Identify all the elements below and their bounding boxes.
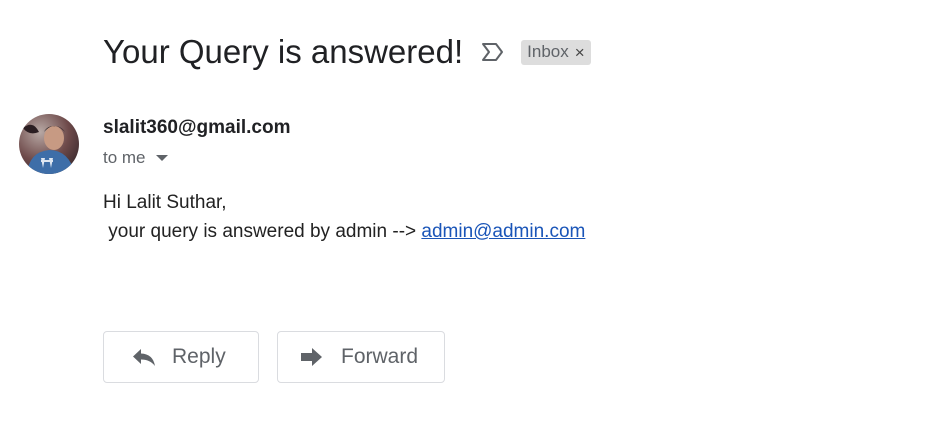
subject-row: Your Query is answered! Inbox × xyxy=(103,30,591,74)
reply-button[interactable]: Reply xyxy=(103,331,259,383)
reply-label: Reply xyxy=(172,345,226,368)
body-message: your query is answered by admin --> xyxy=(103,221,422,242)
admin-email-link[interactable]: admin@admin.com xyxy=(421,221,585,242)
caret-down-icon[interactable] xyxy=(155,155,168,161)
forward-button[interactable]: Forward xyxy=(277,331,445,383)
email-body: Hi Lalit Suthar, your query is answered … xyxy=(103,188,585,246)
remove-label-icon[interactable]: × xyxy=(575,44,585,61)
inbox-label-chip: Inbox × xyxy=(521,39,591,65)
importance-marker-icon[interactable] xyxy=(481,41,505,63)
forward-label: Forward xyxy=(341,345,419,368)
label-chip-text: Inbox xyxy=(527,42,569,61)
forward-arrow-icon xyxy=(299,346,325,368)
recipient-line: to me xyxy=(103,148,168,168)
body-message-line: your query is answered by admin --> admi… xyxy=(103,217,585,246)
avatar[interactable] xyxy=(19,114,79,174)
sender-address: slalit360@gmail.com xyxy=(103,117,291,138)
body-greeting: Hi Lalit Suthar, xyxy=(103,192,227,213)
reply-arrow-icon xyxy=(131,346,157,368)
recipient-text: to me xyxy=(103,148,146,167)
email-subject: Your Query is answered! xyxy=(103,33,464,70)
